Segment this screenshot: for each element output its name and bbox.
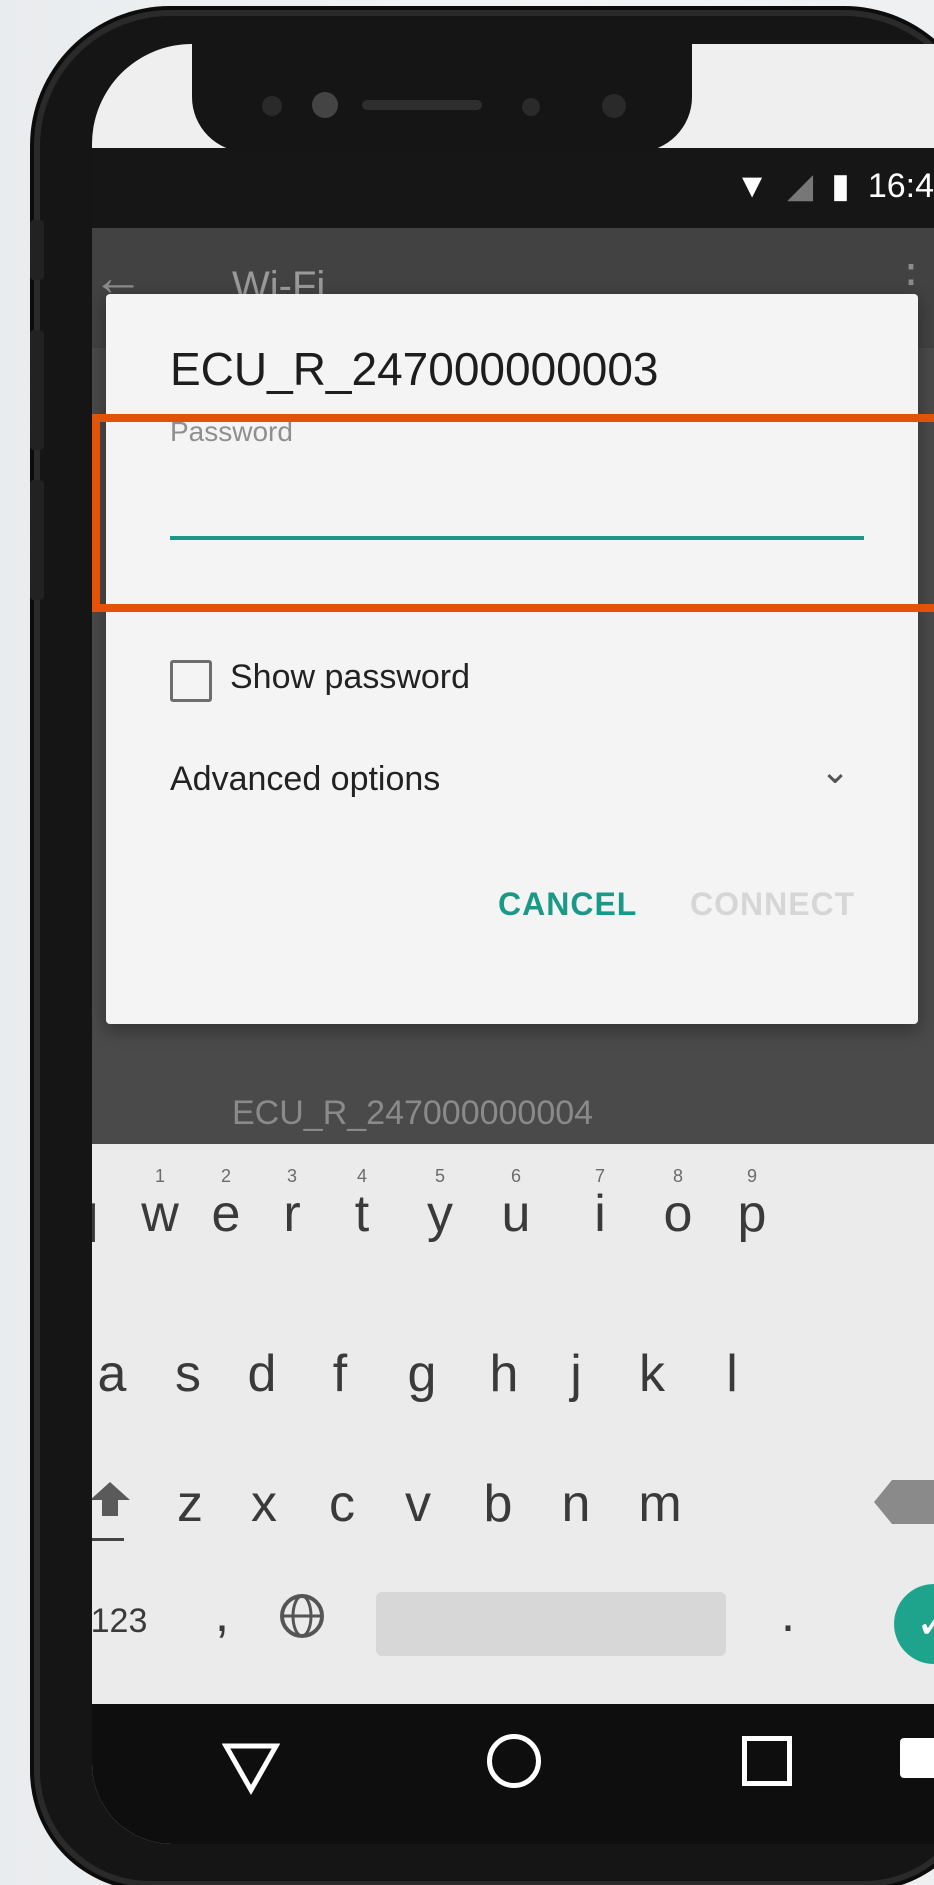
wifi-password-dialog: ECU_R_247000000003 Password Show passwor…	[106, 294, 918, 1024]
key-c[interactable]: c	[312, 1474, 372, 1534]
advanced-options-label[interactable]: Advanced options	[170, 760, 440, 799]
cancel-button[interactable]: CANCEL	[498, 886, 637, 923]
key-l[interactable]: l	[702, 1344, 762, 1404]
checkmark-icon[interactable]: ✓	[894, 1584, 934, 1664]
key-i[interactable]: 7i	[570, 1166, 630, 1244]
key-x[interactable]: x	[234, 1474, 294, 1534]
key-h[interactable]: h	[474, 1344, 534, 1404]
shift-icon[interactable]	[92, 1482, 130, 1516]
password-field-highlight	[92, 414, 934, 612]
key-r[interactable]: 3r	[262, 1166, 322, 1244]
key-n[interactable]: n	[546, 1474, 606, 1534]
key-g[interactable]: g	[392, 1344, 452, 1404]
key-e[interactable]: 2e	[196, 1166, 256, 1244]
symbols-key[interactable]: 123	[92, 1602, 164, 1641]
key-k[interactable]: k	[622, 1344, 682, 1404]
chevron-down-icon[interactable]: ⌄	[820, 750, 850, 792]
phone-screen: ▼ ◢ ▮ 16:4 ← Wi-Fi ⋮ ECU_R_247000000004 …	[92, 44, 934, 1844]
key-d[interactable]: d	[232, 1344, 292, 1404]
no-signal-icon: ◢	[786, 167, 814, 205]
status-time: 16:4	[867, 166, 934, 205]
key-z[interactable]: z	[160, 1474, 220, 1534]
show-password-label[interactable]: Show password	[230, 658, 470, 697]
front-camera	[312, 92, 338, 118]
volume-up-button	[30, 220, 44, 280]
power-button	[30, 480, 44, 600]
show-password-checkbox[interactable]	[170, 660, 212, 702]
period-key[interactable]: .	[758, 1584, 818, 1644]
nav-recents-icon[interactable]	[742, 1736, 792, 1786]
sensor-dot	[262, 96, 282, 116]
key-f[interactable]: f	[310, 1344, 370, 1404]
key-w[interactable]: 1w	[130, 1166, 190, 1244]
space-bar[interactable]	[376, 1592, 726, 1656]
key-t[interactable]: 4t	[332, 1166, 392, 1244]
backspace-icon[interactable]	[874, 1480, 934, 1524]
status-bar: ▼ ◢ ▮ 16:4	[92, 148, 934, 228]
wifi-icon: ▼	[735, 166, 769, 205]
key-s[interactable]: s	[158, 1344, 218, 1404]
background-network-item: ECU_R_247000000004	[232, 1094, 594, 1132]
key-u[interactable]: 6u	[486, 1166, 546, 1244]
keyboard-switcher-icon[interactable]	[900, 1738, 934, 1778]
key-a[interactable]: a	[92, 1344, 142, 1404]
key-m[interactable]: m	[630, 1474, 690, 1534]
connect-button[interactable]: CONNECT	[690, 886, 855, 923]
key-o[interactable]: 8o	[648, 1166, 708, 1244]
nav-home-icon[interactable]	[487, 1734, 541, 1788]
key-q[interactable]: q	[92, 1184, 114, 1244]
proximity-sensor	[522, 98, 540, 116]
battery-icon: ▮	[831, 167, 850, 205]
shift-indicator	[92, 1538, 124, 1541]
soft-keyboard: q 1w 2e 3r 4t 5y 6u 7i 8o 9p a s d f g h…	[92, 1144, 934, 1704]
nav-back-icon[interactable]	[221, 1738, 281, 1796]
volume-down-button	[30, 330, 44, 450]
key-v[interactable]: v	[388, 1474, 448, 1534]
dialog-network-name: ECU_R_247000000003	[170, 343, 659, 395]
navigation-bar	[92, 1704, 934, 1844]
ambient-sensor	[602, 94, 626, 118]
globe-icon[interactable]	[272, 1592, 332, 1653]
comma-key[interactable]: ,	[192, 1584, 252, 1644]
earpiece-grille	[362, 100, 482, 110]
key-y[interactable]: 5y	[410, 1166, 470, 1244]
camera-notch	[192, 40, 692, 152]
key-p[interactable]: 9p	[722, 1166, 782, 1244]
key-b[interactable]: b	[468, 1474, 528, 1534]
key-j[interactable]: j	[546, 1344, 606, 1404]
